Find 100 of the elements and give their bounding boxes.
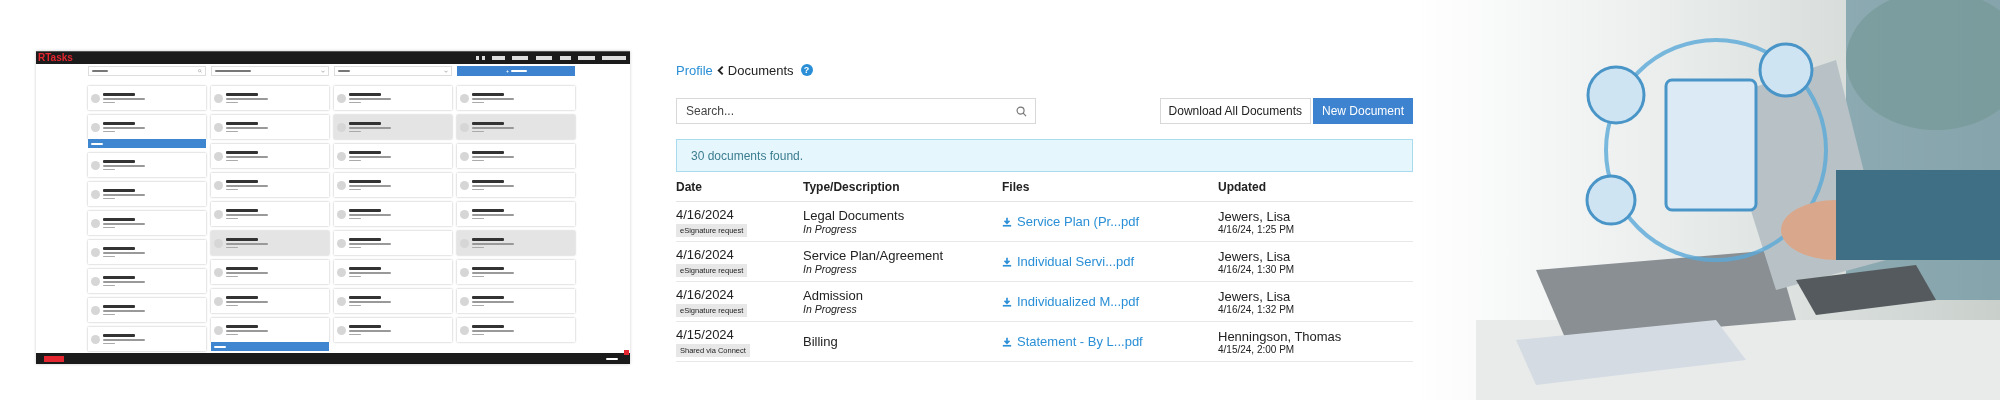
resident-card[interactable] bbox=[334, 86, 452, 110]
resident-card[interactable] bbox=[88, 327, 206, 351]
status-label: In Progress bbox=[803, 223, 858, 235]
resident-card[interactable] bbox=[211, 289, 329, 313]
resident-card[interactable] bbox=[88, 240, 206, 264]
search-field[interactable] bbox=[88, 66, 206, 76]
resident-card[interactable] bbox=[334, 231, 452, 255]
new-resident-button[interactable] bbox=[457, 66, 575, 76]
status-dropdown[interactable] bbox=[211, 66, 329, 76]
avatar-icon bbox=[337, 209, 346, 219]
resident-card[interactable] bbox=[211, 115, 329, 139]
resident-card[interactable] bbox=[88, 211, 206, 235]
file-link[interactable]: Statement - By L...pdf bbox=[1002, 334, 1218, 349]
updated-time: 4/15/24, 2:00 PM bbox=[1218, 343, 1296, 355]
avatar-icon bbox=[460, 151, 469, 161]
avatar-icon bbox=[460, 180, 469, 190]
avatar-icon bbox=[337, 180, 346, 190]
type-cell-text: Legal Documents bbox=[803, 208, 906, 223]
date-cell-text: 4/16/2024 bbox=[676, 286, 735, 302]
resident-card[interactable] bbox=[457, 318, 575, 342]
resident-card[interactable] bbox=[457, 231, 575, 255]
file-link[interactable]: Individualized M...pdf bbox=[1002, 294, 1218, 309]
search-icon bbox=[1016, 105, 1027, 117]
resident-card[interactable] bbox=[334, 115, 452, 139]
avatar-icon bbox=[91, 93, 100, 103]
resident-card[interactable] bbox=[457, 260, 575, 284]
resident-card[interactable] bbox=[457, 115, 575, 139]
resident-card[interactable] bbox=[334, 144, 452, 168]
resident-card[interactable] bbox=[334, 289, 452, 313]
updated-time: 4/16/24, 1:30 PM bbox=[1218, 263, 1296, 275]
avatar-icon bbox=[460, 296, 469, 306]
avatar-icon bbox=[91, 160, 100, 170]
search-icon bbox=[198, 69, 202, 73]
results-alert: 30 documents found. bbox=[676, 139, 1413, 172]
date-cell-text: 4/16/2024 bbox=[676, 246, 735, 262]
resident-card[interactable] bbox=[334, 173, 452, 197]
avatar-icon bbox=[460, 267, 469, 277]
status-label: In Progress bbox=[803, 263, 858, 275]
resident-card[interactable] bbox=[211, 86, 329, 110]
resident-card[interactable] bbox=[457, 173, 575, 197]
resident-card[interactable] bbox=[334, 318, 452, 342]
resident-card[interactable] bbox=[211, 202, 329, 226]
file-link[interactable]: Service Plan (Pr...pdf bbox=[1002, 214, 1218, 229]
avatar-icon bbox=[337, 267, 346, 277]
updated-by-cell-text: Jewers, Lisa bbox=[1218, 208, 1292, 224]
chevron-down-icon bbox=[444, 69, 448, 73]
type-cell-text: Service Plan/Agreement bbox=[803, 248, 945, 263]
help-icon[interactable]: ? bbox=[800, 64, 813, 76]
avatar-icon bbox=[337, 296, 346, 306]
column-header: Updated bbox=[1218, 179, 1267, 194]
resident-card[interactable] bbox=[88, 153, 206, 177]
download-all-button[interactable]: Download All Documents bbox=[1159, 98, 1311, 124]
resident-card[interactable] bbox=[334, 260, 452, 284]
type-cell-text: Billing bbox=[803, 334, 839, 349]
resident-card[interactable] bbox=[457, 289, 575, 313]
resident-card[interactable] bbox=[211, 231, 329, 255]
resident-card[interactable] bbox=[88, 115, 206, 139]
date-cell-text: 4/15/2024 bbox=[676, 326, 735, 342]
avatar-icon bbox=[214, 151, 223, 161]
resident-card[interactable] bbox=[211, 144, 329, 168]
new-document-button[interactable]: New Document bbox=[1312, 98, 1413, 124]
resident-card[interactable] bbox=[211, 260, 329, 284]
column-header: Date bbox=[676, 179, 703, 194]
status-label: In Progress bbox=[803, 303, 858, 315]
app-logo: RTasks bbox=[38, 52, 73, 64]
avatar-icon bbox=[337, 93, 346, 103]
resident-card[interactable] bbox=[334, 202, 452, 226]
updated-by-cell-text: Jewers, Lisa bbox=[1218, 248, 1292, 264]
resident-card[interactable] bbox=[88, 269, 206, 293]
updated-time: 4/16/24, 1:32 PM bbox=[1218, 303, 1296, 315]
date-cell-text: 4/16/2024 bbox=[676, 206, 735, 222]
avatar-icon bbox=[214, 209, 223, 219]
download-icon bbox=[1002, 296, 1012, 307]
resident-card[interactable] bbox=[457, 202, 575, 226]
avatar-icon bbox=[460, 209, 469, 219]
download-icon bbox=[1002, 216, 1012, 227]
type-cell-text: Admission bbox=[803, 288, 864, 303]
avatar-icon bbox=[214, 93, 223, 103]
resident-card[interactable] bbox=[457, 144, 575, 168]
resident-card[interactable] bbox=[457, 86, 575, 110]
avatar-icon bbox=[460, 93, 469, 103]
avatar-icon bbox=[91, 218, 100, 228]
avatar-icon bbox=[91, 247, 100, 257]
download-icon bbox=[1002, 336, 1012, 347]
resident-card[interactable] bbox=[211, 318, 329, 342]
updated-by-cell-text: Henningson, Thomas bbox=[1218, 328, 1343, 344]
chevron-left-icon bbox=[716, 64, 724, 76]
footer-button[interactable] bbox=[44, 355, 64, 362]
resident-card[interactable] bbox=[88, 298, 206, 322]
avatar-icon bbox=[214, 296, 223, 306]
avatar-icon bbox=[337, 151, 346, 161]
avatar-icon bbox=[91, 122, 100, 132]
file-link[interactable]: Individual Servi...pdf bbox=[1002, 254, 1218, 269]
avatar-icon bbox=[91, 276, 100, 286]
resident-card[interactable] bbox=[211, 173, 329, 197]
avatar-icon bbox=[91, 305, 100, 315]
search-field[interactable]: Search... bbox=[676, 98, 1036, 124]
breadcrumb-link[interactable]: Profile bbox=[676, 62, 713, 78]
resident-card[interactable] bbox=[88, 86, 206, 110]
resident-card[interactable] bbox=[88, 182, 206, 206]
